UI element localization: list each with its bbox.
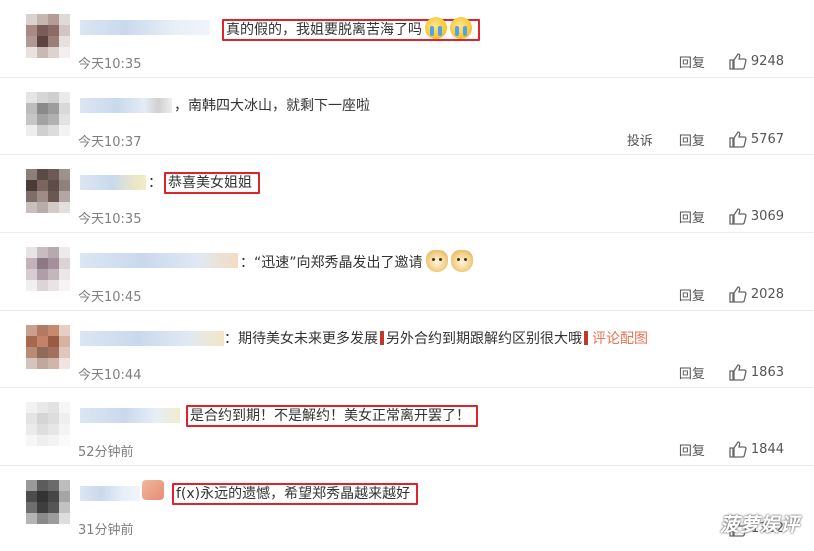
comment-body: 恭喜美女姐姐 (168, 175, 252, 192)
thumbs-up-icon (729, 53, 747, 70)
blurred-username[interactable] (80, 20, 210, 35)
avatar[interactable] (26, 480, 70, 525)
highlight-box: 真的假的，我姐要脱离苦海了吗 (222, 17, 480, 41)
comment-item: 真的假的，我姐要脱离苦海了吗 今天10:35 回复 9248 (0, 0, 814, 78)
comment-actions: 回复 3069 (653, 207, 784, 226)
comment-body: 期待美女未来更多发展 (238, 330, 378, 347)
comment-time: 今天10:45 (78, 290, 142, 306)
comment-time: 今天10:44 (78, 367, 142, 383)
thumbs-up-icon (729, 364, 747, 381)
colon-separator: ： (240, 255, 254, 272)
blurred-username[interactable] (80, 486, 140, 502)
comment-time: 52分钟前 (78, 445, 134, 461)
like-button[interactable]: 1844 (729, 441, 784, 459)
avatar[interactable] (26, 324, 70, 369)
comment-item: f(x)永远的遗憾，希望郑秀晶越来越好 31分钟前 1362 (0, 466, 814, 544)
comment-text: 是合约到期！不是解约！美女正常离开罢了！ (186, 405, 478, 428)
comment-actions: 回复 1863 (653, 363, 784, 382)
comment-actions: 回复 2028 (653, 285, 784, 304)
comment-body: 真的假的，我姐要脱离苦海了吗 (226, 22, 422, 38)
reply-button[interactable]: 回复 (679, 207, 705, 226)
blurred-username[interactable] (80, 330, 224, 346)
comment-time: 31分钟前 (78, 523, 134, 539)
avatar[interactable] (26, 91, 70, 136)
comment-time: 今天10:35 (78, 212, 142, 228)
blurred-username[interactable] (80, 253, 238, 269)
thumbs-up-icon (729, 286, 747, 303)
report-button[interactable]: 投诉 (627, 130, 653, 149)
blurred-username[interactable] (80, 408, 180, 424)
comment-text: ：期待美女未来更多发展 另外合约到期跟解约区别很大哦 评论配图 (224, 328, 648, 350)
comment-actions: 回复 9248 (653, 52, 784, 71)
like-count: 9248 (750, 54, 784, 69)
comment-item: ，南韩四大冰山，就剩下一座啦 今天10:37 投诉 回复 5767 (0, 78, 814, 156)
comment-item: 是合约到期！不是解约！美女正常离开罢了！ 52分钟前 回复 1844 (0, 388, 814, 467)
comment-text: ：“迅速”向郑秀晶发出了邀请 (240, 250, 473, 274)
avatar[interactable] (26, 169, 70, 214)
blurred-username[interactable] (80, 97, 172, 113)
like-count: 3069 (750, 209, 784, 225)
comment-body: f(x)永远的遗憾，希望郑秀晶越来越好 (176, 486, 411, 503)
comment-body-continued: 另外合约到期跟解约区别很大哦 (386, 330, 582, 347)
comment-text: f(x)永远的遗憾，希望郑秀晶越来越好 (172, 483, 419, 506)
reply-button[interactable]: 回复 (679, 52, 705, 71)
crying-emoji-icon (425, 17, 447, 39)
red-bar-icon (584, 330, 588, 345)
reply-button[interactable]: 回复 (679, 285, 705, 304)
like-button[interactable]: 5767 (729, 131, 784, 148)
avatar[interactable] (26, 247, 70, 292)
thumbs-up-icon (729, 131, 747, 148)
comment-body: 是合约到期！不是解约！美女正常离开罢了！ (190, 408, 470, 425)
comment-item: ：期待美女未来更多发展 另外合约到期跟解约区别很大哦 评论配图 今天10:44 回复… (0, 311, 814, 389)
like-button[interactable]: 1863 (729, 364, 784, 381)
blurred-badge (142, 480, 164, 501)
comment-body: ，南韩四大冰山，就剩下一座啦 (174, 97, 370, 114)
like-button[interactable]: 9248 (729, 53, 784, 70)
highlight-box: f(x)永远的遗憾，希望郑秀晶越来越好 (172, 483, 419, 506)
comment-actions: 回复 1844 (653, 440, 784, 459)
comment-image-link[interactable]: 评论配图 (592, 331, 648, 347)
doge-emoji-icon (425, 250, 448, 273)
highlight-box: 恭喜美女姐姐 (164, 172, 260, 195)
highlight-box: 是合约到期！不是解约！美女正常离开罢了！ (186, 405, 478, 428)
reply-button[interactable]: 回复 (679, 440, 705, 459)
watermark: 菠萝娱评 (719, 514, 800, 536)
crying-emoji-icon (450, 17, 472, 39)
thumbs-up-icon (729, 441, 747, 459)
red-bar-icon (380, 330, 384, 345)
avatar[interactable] (26, 402, 70, 447)
reply-button[interactable]: 回复 (679, 130, 705, 149)
blurred-username[interactable] (80, 175, 146, 191)
comment-actions: 投诉 回复 5767 (601, 130, 784, 149)
like-count: 1844 (750, 442, 784, 458)
like-count: 1863 (750, 364, 784, 380)
avatar[interactable] (26, 14, 70, 58)
like-button[interactable]: 3069 (729, 208, 784, 226)
comment-item: ： 恭喜美女姐姐 今天10:35 回复 3069 (0, 155, 814, 234)
comment-body: “迅速”向郑秀晶发出了邀请 (254, 255, 423, 272)
reply-button[interactable]: 回复 (679, 363, 705, 382)
doge-emoji-icon (450, 250, 473, 273)
comment-time: 今天10:35 (78, 57, 142, 72)
comment-text: ： 恭喜美女姐姐 (148, 172, 260, 195)
colon-separator: ： (224, 330, 238, 347)
like-count: 5767 (750, 131, 784, 147)
comment-text: ，南韩四大冰山，就剩下一座啦 (174, 95, 370, 117)
comment-item: ：“迅速”向郑秀晶发出了邀请 今天10:45 回复 2028 (0, 233, 814, 311)
like-button[interactable]: 2028 (729, 286, 784, 303)
comment-time: 今天10:37 (78, 134, 142, 150)
comment-text: 真的假的，我姐要脱离苦海了吗 (222, 17, 480, 41)
comment-list: 真的假的，我姐要脱离苦海了吗 今天10:35 回复 9248 ，南韩四大冰山，就… (0, 0, 814, 544)
thumbs-up-icon (729, 208, 747, 226)
like-count: 2028 (750, 287, 784, 303)
colon-separator: ： (148, 175, 162, 192)
